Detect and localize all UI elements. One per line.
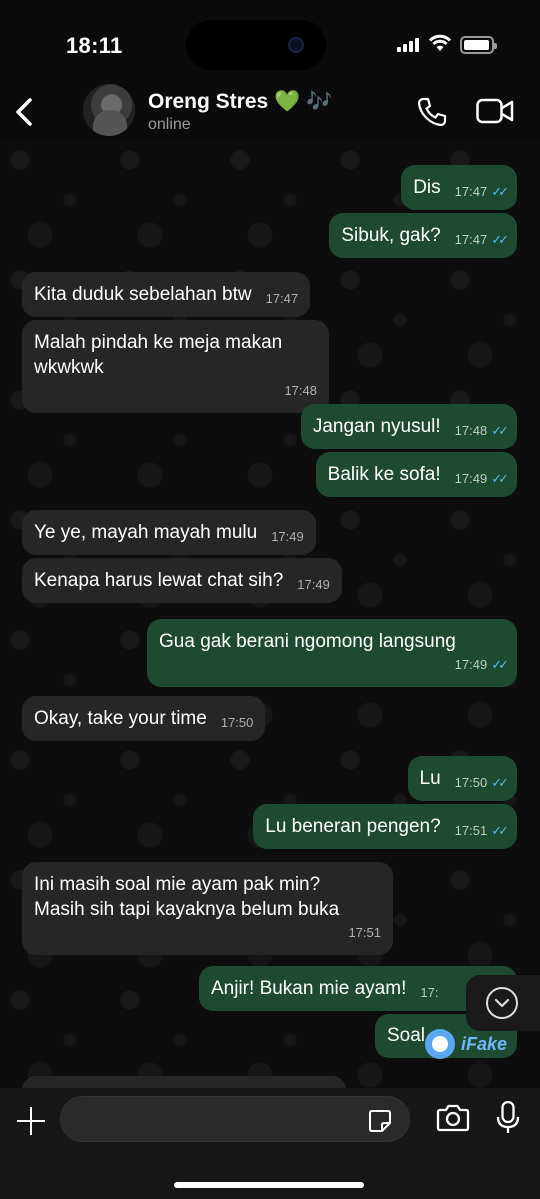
message-text: Kita duduk sebelahan btw <box>34 284 252 305</box>
signal-icon <box>397 38 423 52</box>
message-time: 17:51 <box>454 823 488 838</box>
message-time: 17:48 <box>284 383 317 398</box>
green-heart-emoji: 💚 <box>274 90 301 113</box>
message-meta: 17:48 ✓✓ <box>454 418 509 443</box>
music-notes-emoji: 🎶 <box>306 90 333 113</box>
message-incoming[interactable]: Kita duduk sebelahan btw 17:47 <box>22 272 311 317</box>
message-incoming[interactable]: Malah pindah ke meja makan wkwkwk 17:48 <box>22 320 329 413</box>
status-bar: 18:11 <box>0 0 540 84</box>
read-ticks-icon: ✓✓ <box>491 823 509 838</box>
read-ticks-icon: ✓✓ <box>491 423 509 438</box>
message-meta: 17:49 ✓✓ <box>159 652 509 677</box>
read-ticks-icon: ✓✓ <box>491 657 509 672</box>
message-time: 17:47 <box>454 184 488 199</box>
input-bar <box>0 1088 540 1199</box>
message-time: 17:50 <box>220 715 254 730</box>
camera-icon[interactable] <box>436 1103 470 1133</box>
dynamic-island <box>186 20 326 70</box>
message-text: Jangan nyusul! <box>312 416 441 437</box>
read-ticks-icon: ✓✓ <box>491 184 509 199</box>
message-outgoing[interactable]: Lu 17:50 ✓✓ <box>407 756 517 801</box>
message-time: 17:49 <box>454 471 488 486</box>
ifake-watermark: iFake <box>425 1029 507 1059</box>
message-time: 17:50 <box>454 775 488 790</box>
message-time: 17:49 <box>454 657 488 672</box>
contact-avatar[interactable] <box>83 84 135 136</box>
message-outgoing[interactable]: Balik ke sofa! 17:49 ✓✓ <box>315 452 517 497</box>
message-text: Anjir! Bukan mie ayam! <box>211 978 407 999</box>
read-ticks-icon: ✓✓ <box>491 775 509 790</box>
message-outgoing[interactable]: Jangan nyusul! 17:48 ✓✓ <box>300 404 517 449</box>
message-meta: 17:47 ✓✓ <box>454 227 509 252</box>
message-incoming[interactable]: Ye ye, mayah mayah mulu 17:49 <box>22 510 316 555</box>
message-text: Lu <box>419 768 441 789</box>
message-time: 17:47 <box>265 291 299 306</box>
message-meta: 17:47 ✓✓ <box>454 179 509 204</box>
read-ticks-icon: ✓✓ <box>491 471 509 486</box>
video-call-icon[interactable] <box>476 98 514 124</box>
scroll-down-icon <box>486 987 518 1019</box>
message-text: Gua gak berani ngomong langsung <box>159 631 456 652</box>
message-text: Balik ke sofa! <box>327 464 441 485</box>
contact-name[interactable]: Oreng Stres 💚 🎶 <box>148 90 332 114</box>
message-time: 17:49 <box>297 577 330 592</box>
message-meta: 17:50 ✓✓ <box>454 770 509 795</box>
message-time: 17:51 <box>348 925 381 940</box>
read-ticks-icon: ✓✓ <box>491 232 509 247</box>
message-outgoing[interactable]: Sibuk, gak? 17:47 ✓✓ <box>329 213 517 258</box>
message-input[interactable] <box>60 1096 410 1142</box>
message-text: Soal <box>387 1025 426 1046</box>
contact-name-text: Oreng Stres <box>148 90 269 113</box>
message-incoming-partial[interactable] <box>22 1076 346 1088</box>
message-outgoing[interactable]: Dis 17:47 ✓✓ <box>401 165 517 210</box>
message-text: Lu beneran pengen? <box>265 816 441 837</box>
ifake-logo-icon <box>425 1029 455 1059</box>
status-time: 18:11 <box>66 33 123 58</box>
battery-icon <box>460 36 497 54</box>
message-text: Ye ye, mayah mayah mulu <box>34 522 258 543</box>
message-outgoing[interactable]: Gua gak berani ngomong langsung 17:49 ✓✓ <box>147 619 517 687</box>
wifi-icon <box>428 34 452 51</box>
phone-call-icon[interactable] <box>416 96 448 128</box>
message-text: Malah pindah ke meja makan wkwkwk <box>34 332 283 378</box>
scroll-to-bottom-button[interactable] <box>466 975 540 1031</box>
message-text: Ini masih soal mie ayam pak min? Masih s… <box>34 874 340 920</box>
message-incoming[interactable]: Ini masih soal mie ayam pak min? Masih s… <box>22 862 393 955</box>
contact-status: online <box>148 116 191 133</box>
message-text: Dis <box>413 177 441 198</box>
message-meta: 17:51 ✓✓ <box>454 818 509 843</box>
message-time: 17:48 <box>454 423 488 438</box>
home-indicator <box>174 1182 364 1188</box>
back-chevron-icon[interactable] <box>10 92 40 132</box>
message-time: 17: <box>420 985 439 1000</box>
add-attachment-icon[interactable] <box>14 1104 48 1138</box>
sticker-icon[interactable] <box>368 1109 392 1133</box>
message-text: Okay, take your time <box>34 708 207 729</box>
message-text: Kenapa harus lewat chat sih? <box>34 570 284 591</box>
message-text: Sibuk, gak? <box>341 225 441 246</box>
message-list[interactable]: Dis 17:47 ✓✓ Sibuk, gak? 17:47 ✓✓ Kita dud… <box>0 140 540 1088</box>
message-outgoing[interactable]: Lu beneran pengen? 17:51 ✓✓ <box>253 804 517 849</box>
message-incoming[interactable]: Kenapa harus lewat chat sih? 17:49 <box>22 558 342 603</box>
message-meta: 17:49 ✓✓ <box>454 466 509 491</box>
chat-header: Oreng Stres 💚 🎶 online <box>0 84 540 140</box>
message-incoming[interactable]: Okay, take your time 17:50 <box>22 696 266 741</box>
message-time: 17:47 <box>454 232 488 247</box>
front-camera-icon <box>288 37 304 53</box>
microphone-icon[interactable] <box>496 1100 520 1136</box>
message-time: 17:49 <box>271 529 304 544</box>
watermark-label: iFake <box>461 1033 508 1054</box>
